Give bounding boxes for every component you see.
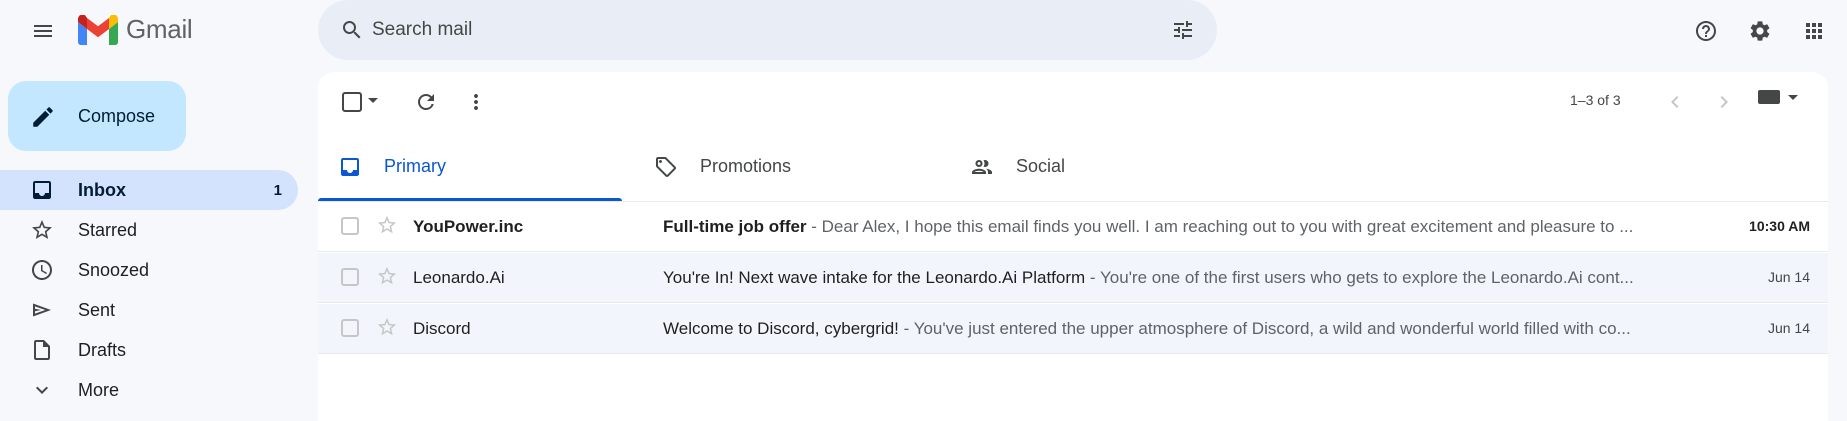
settings-button[interactable] (1740, 11, 1780, 51)
tune-icon (1174, 21, 1192, 39)
email-checkbox[interactable] (341, 217, 359, 235)
email-separator: - (1085, 268, 1100, 287)
compose-label: Compose (78, 105, 156, 126)
newer-page-button[interactable] (1704, 82, 1744, 122)
pagination-range: 1–3 of 3 (1570, 92, 1621, 108)
star-outline-icon (377, 317, 397, 336)
email-subject: Full-time job offer (663, 217, 807, 236)
draft-icon (30, 338, 54, 362)
email-checkbox[interactable] (341, 319, 359, 337)
email-separator: - (898, 319, 914, 338)
sidebar-item-label: Drafts (78, 339, 127, 360)
email-sender: YouPower.inc (413, 217, 524, 236)
star-toggle[interactable] (376, 214, 400, 238)
app-title: Gmail (126, 14, 193, 44)
email-content: Full-time job offer - Dear Alex, I hope … (663, 217, 1683, 237)
tab-primary[interactable]: Primary (318, 134, 622, 202)
star-outline-icon (377, 215, 397, 234)
select-all-checkbox[interactable] (342, 92, 362, 112)
email-date: Jun 14 (1767, 320, 1810, 336)
main-menu-button[interactable] (22, 10, 64, 52)
sidebar-item-more[interactable]: More (0, 370, 298, 410)
star-toggle[interactable] (376, 316, 400, 340)
email-content: Welcome to Discord, cybergrid! - You've … (663, 319, 1683, 339)
tab-label: Primary (384, 156, 446, 176)
search-bar[interactable] (318, 0, 1217, 60)
send-icon (30, 298, 54, 322)
chevron-left-icon (1671, 96, 1679, 108)
input-tools-button[interactable] (1758, 90, 1798, 104)
sidebar-item-drafts[interactable]: Drafts (0, 330, 298, 370)
email-sender: Discord (413, 319, 471, 338)
tab-social[interactable]: Social (950, 134, 1254, 200)
hamburger-icon (34, 25, 52, 37)
star-toggle[interactable] (376, 265, 400, 289)
sidebar-item-starred[interactable]: Starred (0, 210, 298, 250)
email-separator: - (806, 217, 822, 236)
clock-icon (30, 258, 54, 282)
sidebar-item-label: Snoozed (78, 259, 150, 280)
google-apps-button[interactable] (1794, 11, 1834, 51)
gmail-m-icon (78, 14, 118, 45)
email-snippet: You've just entered the upper atmosphere… (913, 319, 1631, 338)
email-checkbox[interactable] (341, 268, 359, 286)
help-button[interactable] (1686, 11, 1726, 51)
email-row[interactable]: Discord Welcome to Discord, cybergrid! -… (318, 304, 1828, 354)
search-icon (343, 21, 361, 39)
email-snippet: You're one of the first users who gets t… (1100, 268, 1634, 287)
email-subject: Welcome to Discord, cybergrid! (663, 319, 899, 338)
pencil-icon (33, 107, 53, 127)
chevron-right-icon (1720, 96, 1728, 108)
sidebar-item-label: More (78, 379, 120, 400)
inbox-panel: 1–3 of 3 Primary Promotions Social YouPo… (318, 72, 1828, 421)
dropdown-arrow-icon (1788, 94, 1798, 100)
sidebar-item-label: Inbox (78, 179, 126, 200)
gear-icon (1750, 21, 1770, 41)
sidebar-item-sent[interactable]: Sent (0, 290, 298, 330)
tab-label: Promotions (700, 156, 792, 176)
email-snippet: Dear Alex, I hope this email finds you w… (821, 217, 1634, 236)
tab-label: Social (1016, 156, 1066, 176)
keyboard-icon (1758, 90, 1780, 104)
chevron-down-icon (30, 378, 54, 402)
more-vert-icon (474, 94, 478, 110)
search-input[interactable] (372, 14, 1132, 46)
inbox-icon (30, 178, 54, 202)
compose-button[interactable]: Compose (8, 81, 186, 151)
refresh-icon (418, 94, 434, 110)
unread-count: 1 (273, 181, 282, 199)
refresh-button[interactable] (406, 82, 446, 122)
tag-icon (654, 155, 678, 179)
email-row[interactable]: Leonardo.Ai You're In! Next wave intake … (318, 253, 1828, 303)
email-date: Jun 14 (1767, 269, 1810, 285)
sidebar-item-label: Sent (78, 299, 116, 320)
gmail-logo[interactable]: Gmail (78, 14, 193, 45)
help-icon (1696, 21, 1716, 41)
apps-grid-icon (1806, 23, 1822, 39)
sidebar-item-label: Starred (78, 219, 138, 240)
star-outline-icon (377, 266, 397, 285)
email-content: You're In! Next wave intake for the Leon… (663, 268, 1683, 288)
more-options-button[interactable] (456, 82, 496, 122)
star-icon (30, 218, 54, 242)
search-options-button[interactable] (1163, 10, 1203, 50)
inbox-icon (338, 155, 362, 179)
older-page-button[interactable] (1655, 82, 1695, 122)
email-date: 10:30 AM (1749, 218, 1810, 234)
email-row[interactable]: YouPower.inc Full-time job offer - Dear … (318, 202, 1828, 252)
tab-promotions[interactable]: Promotions (634, 134, 938, 200)
email-subject: You're In! Next wave intake for the Leon… (663, 268, 1086, 287)
people-icon (970, 155, 994, 179)
sidebar-item-inbox[interactable]: Inbox 1 (0, 170, 298, 210)
email-sender: Leonardo.Ai (413, 268, 505, 287)
select-menu-arrow[interactable] (368, 98, 378, 103)
sidebar-item-snoozed[interactable]: Snoozed (0, 250, 298, 290)
search-button[interactable] (332, 10, 372, 50)
